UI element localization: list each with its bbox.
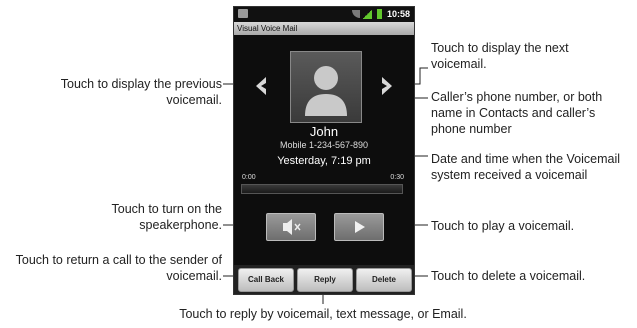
reply-button[interactable]: Reply (297, 268, 353, 292)
wifi-icon (352, 10, 360, 18)
signal-icon (363, 9, 372, 19)
annotation-reply: Touch to reply by voicemail, text messag… (179, 307, 467, 321)
chevron-right-icon[interactable] (378, 75, 396, 97)
progress-end: 0:30 (390, 174, 404, 181)
chevron-left-icon[interactable] (252, 75, 270, 97)
annotation-play: Touch to play a voicemail. (431, 219, 575, 233)
speakerphone-button[interactable] (266, 213, 316, 241)
playback-progress[interactable] (241, 184, 403, 194)
notification-icon (238, 9, 248, 18)
status-bar: 10:58 (234, 7, 414, 22)
annotation-caller: Caller’s phone number, or both name in C… (431, 90, 603, 136)
annotation-callback: Touch to return a call to the sender of … (15, 253, 222, 283)
annotation-next: Touch to display the next voicemail. (431, 41, 569, 71)
contact-name: John (309, 124, 339, 139)
annotation-datetime: Date and time when the Voicemail system … (431, 152, 620, 182)
phone-screen: 10:58 Visual Voice Mail John Mobile 1-23… (233, 6, 415, 295)
status-time: 10:58 (386, 9, 410, 19)
call-back-button[interactable]: Call Back (238, 268, 294, 292)
progress-start: 0:00 (242, 174, 256, 181)
action-bar: Call Back Reply Delete (234, 265, 414, 294)
play-icon (355, 221, 365, 233)
battery-icon (377, 9, 382, 19)
play-button[interactable] (334, 213, 384, 241)
annotation-prev: Touch to display the previous voicemail. (60, 77, 222, 107)
app-title: Visual Voice Mail (234, 22, 414, 35)
contact-phone: Mobile 1-234-567-890 (279, 140, 369, 150)
delete-button[interactable]: Delete (356, 268, 412, 292)
avatar (290, 51, 362, 123)
annotation-delete: Touch to delete a voicemail. (431, 269, 586, 283)
speaker-mute-icon (283, 219, 301, 235)
person-icon (305, 66, 347, 116)
annotation-speaker: Touch to turn on the speakerphone. (111, 202, 223, 232)
voicemail-datetime: Yesterday, 7:19 pm (277, 155, 371, 167)
